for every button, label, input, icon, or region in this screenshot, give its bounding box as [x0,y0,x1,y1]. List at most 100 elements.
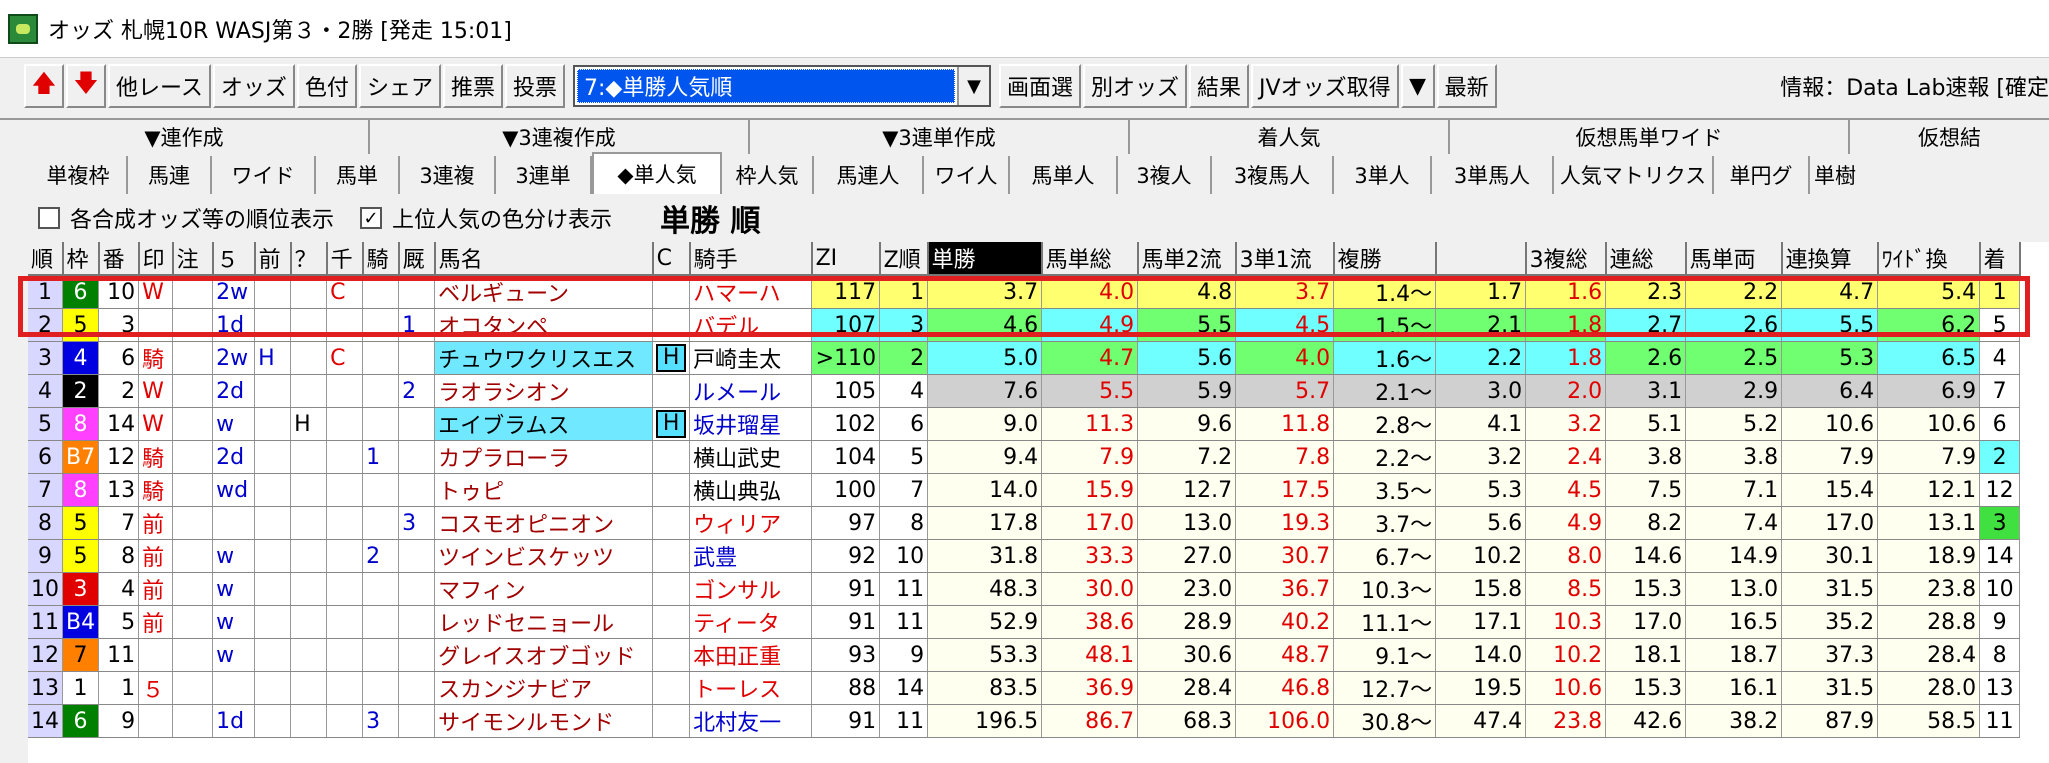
col-header[interactable]: 複勝 [1333,242,1437,276]
tab-group-virtual-result[interactable]: 仮想結 [1850,120,2049,154]
chevron-down-icon[interactable]: ▼ [956,67,989,105]
col-header[interactable]: 馬単総 [1041,242,1139,276]
col-header[interactable]: C [652,242,691,276]
view-select[interactable]: 7:◆単勝人気順 ▼ [572,65,991,107]
tab-group-3rentan[interactable]: ▼3連単作成 [750,120,1130,154]
col-header[interactable]: 前 [254,242,292,276]
cell-wk: 28.0 [1877,671,1981,705]
col-header[interactable]: ﾜｲﾄﾞ換 [1877,242,1981,276]
col-header[interactable]: 連換算 [1781,242,1879,276]
suihyo-button[interactable]: 推票 [442,64,503,108]
col-header[interactable]: 順 [28,242,64,276]
col-header[interactable]: ？ [290,242,328,276]
table-row[interactable]: 2 5 3 1d 1 オコタンペ バデル 107 3 4.6 4.9 5.5 4.5 1.5～ 2.1 1.8… [28,308,2021,342]
col-header[interactable]: 厩 [398,242,436,276]
tab-wide-ninki[interactable]: ワイ人 [924,156,1010,194]
col-header[interactable]: 着 [1979,242,2021,276]
rank-display-checkbox[interactable] [38,207,60,229]
odds-button[interactable]: オッズ [212,64,295,108]
table-row[interactable]: 8 5 7 前 3 コスモオピニオン ウィリア 97 8 17.8 17.0 13.0 19.3 3.7～… [28,506,2021,540]
col-header[interactable]: 馬名 [434,242,654,276]
result-button[interactable]: 結果 [1189,64,1250,108]
cell-waku: B7 [62,440,100,474]
col-header[interactable]: 連総 [1605,242,1687,276]
col-header[interactable] [1435,242,1527,276]
cell-chaku: 3 [1979,506,2021,540]
tab-3renpuku[interactable]: 3連複 [400,156,496,194]
refresh-button[interactable]: 最新 [1436,64,1497,108]
col-header[interactable]: 印 [138,242,174,276]
table-row[interactable]: 9 5 8 前 w 2 ツインビスケッツ 武豊 92 10 31.8 33.3 27.0 30.7 6.7～… [28,539,2021,573]
tab-tan-ninki[interactable]: ◆単人気 [592,152,722,194]
table-row[interactable]: 12 7 11 w グレイスオブゴッド 本田正重 93 9 53.3 48.1 30.6 48.7 9.… [28,638,2021,672]
col-header[interactable]: 枠 [62,242,100,276]
col-header[interactable]: 3複総 [1525,242,1607,276]
color-split-checkbox[interactable]: ✓ [360,207,383,229]
jv-odds-button[interactable]: JVオッズ取得 [1251,64,1399,108]
cell-rank: 11 [28,605,63,639]
col-header[interactable]: ZI [811,242,881,276]
col-header[interactable]: 馬単2流 [1137,242,1237,276]
cell-ki: 2 [362,539,400,573]
prev-race-button[interactable]: 🡅 [24,64,64,108]
table-row[interactable]: 3 4 6 騎 2w H C チュウワクリスエス H 戸崎圭太 >110 2 5.0 4.7 5.6 4.0 1… [28,341,2021,375]
tab-tanpukuwaku[interactable]: 単複枠 [30,156,128,194]
col-header[interactable]: 3単1流 [1235,242,1335,276]
cell-mark [138,704,174,738]
cell-s1: 36.7 [1235,572,1335,606]
cell-c [652,374,691,408]
table-row[interactable]: 11 B4 5 前 w レッドセニョール ティータ 91 11 52.9 38.6 28.9 40.2 1… [28,605,2021,639]
tab-wide[interactable]: ワイド [212,156,316,194]
col-header[interactable]: 馬単両 [1685,242,1783,276]
tab-umaren-ninki[interactable]: 馬連人 [814,156,924,194]
col-header[interactable]: 注 [172,242,214,276]
tab-3tan-ninki[interactable]: 3単人 [1334,156,1432,194]
cell-ut: 4.0 [1041,275,1139,309]
col-header[interactable]: 千 [326,242,364,276]
tab-group-ren[interactable]: ▼連作成 [0,120,370,154]
table-row[interactable]: 7 8 13 騎 wd トゥピ 横山典弘 100 7 14.0 15.9 12.7 17.5 3.5～ 5.… [28,473,2021,507]
tab-3tan-uma-ninki[interactable]: 3単馬人 [1432,156,1554,194]
tab-3rentan[interactable]: 3連単 [496,156,592,194]
tab-group-3renpuku[interactable]: ▼3連複作成 [370,120,750,154]
cell-u2: 30.6 [1137,638,1237,672]
cell-zi: 100 [811,473,881,507]
cell-chaku: 8 [1979,638,2021,672]
screen-select-button[interactable]: 画面選 [998,64,1081,108]
col-header[interactable]: 騎 [362,242,400,276]
col-header[interactable]: 番 [98,242,140,276]
other-odds-button[interactable]: 別オッズ [1083,64,1188,108]
table-row[interactable]: 4 2 2 W 2d 2 ラオラシオン ルメール 105 4 7.6 5.5 5.9 5.7 2.1～ 3.0… [28,374,2021,408]
tab-group-chaku[interactable]: 着人気 [1130,120,1450,154]
tab-waku-ninki[interactable]: 枠人気 [722,156,814,194]
color-button[interactable]: 色付 [296,64,357,108]
tab-3puku-ninki[interactable]: 3複人 [1118,156,1212,194]
next-race-button[interactable]: 🡇 [66,64,106,108]
table-row[interactable]: 14 6 9 1d 3 サイモンルモンド 北村友一 91 11 196.5 86.7 68.3 106.… [28,704,2021,738]
tab-ninki-matrix[interactable]: 人気マトリクス [1554,156,1714,194]
share-button[interactable]: シェア [358,64,441,108]
table-row[interactable]: 1 6 10 W 2w C ベルギューン ハマーハ 117 1 3.7 4.0 4.8 3.7 1.4～ 1.… [28,275,2021,309]
table-row[interactable]: 5 8 14 Ww H エイブラムス H 坂井瑠星 102 6 9.0 11.3 9.6 11.8 2.8～… [28,407,2021,441]
tab-umatan[interactable]: 馬単 [316,156,400,194]
col-header[interactable]: Z順 [879,242,929,276]
cell-fuku1: 12.7～ [1333,671,1437,705]
tab-umaren[interactable]: 馬連 [128,156,212,194]
col-header[interactable]: ５ [212,242,256,276]
jv-odds-dropdown-button[interactable]: ▼ [1400,64,1435,108]
vote-button[interactable]: 投票 [504,64,565,108]
other-race-button[interactable]: 他レース [108,64,211,108]
tab-group-virtual[interactable]: 仮想馬単ワイド [1450,120,1850,154]
tab-umatan-ninki[interactable]: 馬単人 [1010,156,1118,194]
table-row[interactable]: 6 B7 12 騎 2d 1 カプラローラ 横山武史 104 5 9.4 7.9 7.2 7.8 2.2～ 3… [28,440,2021,474]
cell-q [290,605,328,639]
col-header[interactable]: 単勝 [927,242,1043,276]
table-row[interactable]: 13 1 1 ５ スカンジナビア トーレス 88 14 83.5 36.9 28.4 46.8 12.7… [28,671,2021,705]
table-row[interactable]: 10 3 4 前 w マフィン ゴンサル 91 11 48.3 30.0 23.0 36.7 10.3～ 1… [28,572,2021,606]
tab-tan-tree[interactable]: 単樹 [1810,156,1860,194]
tab-tan-en-graph[interactable]: 単円グ [1714,156,1810,194]
odds-table[interactable]: 順枠番印注 ５ 前？千騎厩馬名 C 騎手 ZI Z順 単勝 馬単総 馬単2流 3単1流 複勝 3複総 連総… [28,242,2049,763]
cell-u2: 9.6 [1137,407,1237,441]
col-header[interactable]: 騎手 [689,242,813,276]
tab-3puku-uma-ninki[interactable]: 3複馬人 [1212,156,1334,194]
